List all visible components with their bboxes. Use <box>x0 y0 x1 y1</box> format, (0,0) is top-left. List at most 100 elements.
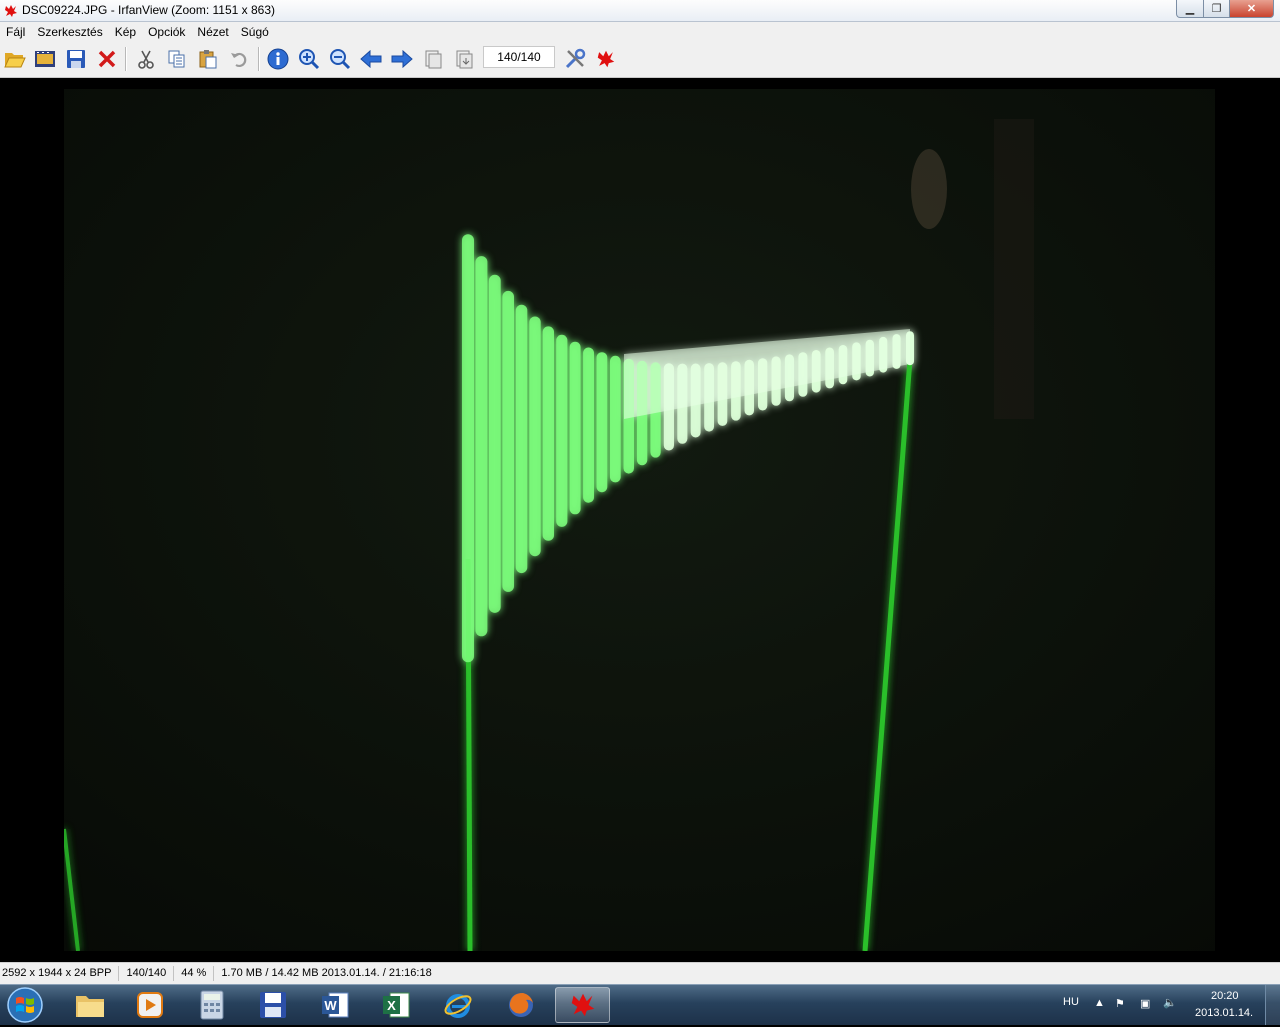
cut-icon <box>138 50 154 69</box>
last-page-button[interactable] <box>452 47 476 71</box>
paste-button[interactable] <box>196 47 220 71</box>
info-icon <box>267 48 289 70</box>
undo-button[interactable] <box>227 47 251 71</box>
toolbar <box>0 41 1280 78</box>
oscillation-peak <box>610 355 621 483</box>
open-button[interactable] <box>3 47 27 71</box>
explorer-folder-icon <box>75 996 104 1017</box>
show-desktop-button[interactable] <box>1265 985 1280 1025</box>
start-button[interactable] <box>3 986 47 1024</box>
info-button[interactable] <box>266 47 290 71</box>
oscillation-peak <box>542 326 554 541</box>
oscillation-peak <box>529 316 541 557</box>
oscillation-peak <box>569 341 581 515</box>
menu-options[interactable]: Opciók <box>142 25 191 39</box>
open-folder-icon <box>4 53 26 68</box>
language-indicator[interactable]: HU <box>1063 996 1079 1008</box>
oscillation-peak <box>556 334 568 527</box>
status-size-date: 1.70 MB / 14.42 MB 2013.01.14. / 21:16:1… <box>221 967 432 979</box>
taskbar-word[interactable]: W <box>307 987 362 1023</box>
irfanview-about-button[interactable] <box>594 47 618 71</box>
oscillation-peak <box>462 234 474 663</box>
menu-view[interactable]: Nézet <box>191 25 234 39</box>
undo-icon <box>231 52 247 68</box>
irfanview-cat-icon <box>5 5 17 17</box>
calculator-icon <box>200 990 223 1020</box>
taskbar-irfanview[interactable] <box>555 987 610 1023</box>
svg-text:X: X <box>387 998 396 1013</box>
status-index: 140/140 <box>119 966 175 981</box>
close-button[interactable]: ✕ <box>1230 0 1274 18</box>
zoom-in-icon <box>299 49 320 70</box>
oscillation-peak <box>475 256 488 637</box>
word-icon: W <box>321 992 348 1018</box>
first-page-button[interactable] <box>421 47 445 71</box>
page-counter-field[interactable]: 140/140 <box>483 46 555 68</box>
taskbar-calculator[interactable] <box>184 987 239 1023</box>
svg-text:W: W <box>324 998 337 1013</box>
menu-bar: Fájl Szerkesztés Kép Opciók Nézet Súgó <box>0 22 1280 41</box>
volume-icon[interactable]: 🔈 <box>1163 996 1177 1009</box>
next-button[interactable] <box>390 47 414 71</box>
menu-image[interactable]: Kép <box>109 25 142 39</box>
taskbar-explorer[interactable] <box>62 987 117 1023</box>
photo-background <box>64 89 1215 951</box>
zoom-in-button[interactable] <box>297 47 321 71</box>
zoom-out-button[interactable] <box>328 47 352 71</box>
status-bar: 2592 x 1944 x 24 BPP 140/140 44 % 1.70 M… <box>0 962 1280 984</box>
oscillation-peak <box>515 304 528 574</box>
menu-file[interactable]: Fájl <box>0 25 31 39</box>
zoom-out-icon <box>330 49 351 70</box>
title-bar[interactable]: DSC09224.JPG - IrfanView (Zoom: 1151 x 8… <box>0 0 1280 22</box>
previous-icon <box>360 50 382 68</box>
media-player-icon <box>136 992 163 1018</box>
thumbnails-button[interactable] <box>33 47 57 71</box>
next-icon <box>391 50 413 68</box>
oscillation-peak <box>502 290 514 592</box>
copy-icon <box>168 50 185 68</box>
oscillation-peak <box>596 352 608 493</box>
delete-button[interactable] <box>95 47 119 71</box>
taskbar-backup[interactable] <box>245 987 300 1023</box>
taskbar-excel[interactable]: X <box>368 987 423 1023</box>
delete-icon <box>98 50 116 68</box>
minimize-button[interactable]: ▁ <box>1176 0 1204 18</box>
status-zoom: 44 % <box>174 966 215 981</box>
first-page-icon <box>425 50 442 69</box>
thumbnails-icon <box>35 51 55 67</box>
copy-button[interactable] <box>165 47 189 71</box>
irfanview-cat-icon <box>571 993 594 1017</box>
maximize-button[interactable]: ❐ <box>1204 0 1230 18</box>
save-button[interactable] <box>64 47 88 71</box>
menu-help[interactable]: Súgó <box>235 25 275 39</box>
network-icon[interactable]: ▣ <box>1140 997 1150 1010</box>
paste-icon <box>199 50 217 69</box>
minimize-icon: ▁ <box>1185 3 1195 15</box>
firefox-icon <box>508 993 533 1017</box>
irfanview-cat-icon <box>597 50 615 68</box>
clock-time[interactable]: 20:20 <box>1211 990 1239 1002</box>
status-dimensions: 2592 x 1944 x 24 BPP <box>0 966 120 981</box>
taskbar-firefox[interactable] <box>493 987 548 1023</box>
save-icon <box>67 50 85 68</box>
window-title: DSC09224.JPG - IrfanView (Zoom: 1151 x 8… <box>22 3 276 17</box>
previous-button[interactable] <box>359 47 383 71</box>
action-center-flag-icon[interactable]: ⚑ <box>1115 997 1125 1010</box>
taskbar-media-player[interactable] <box>122 987 177 1023</box>
windows-start-icon <box>7 987 43 1023</box>
restore-icon: ❐ <box>1211 3 1222 15</box>
last-page-icon <box>456 50 473 69</box>
internet-explorer-icon <box>444 994 471 1018</box>
cut-button[interactable] <box>134 47 158 71</box>
taskbar: W X HU ▲ ⚑ ▣ 🔈 20:20 2013.01.14. <box>0 984 1280 1025</box>
settings-button[interactable] <box>563 47 587 71</box>
clock-date[interactable]: 2013.01.14. <box>1195 1007 1253 1019</box>
settings-icon <box>565 48 586 69</box>
close-icon: ✕ <box>1246 3 1257 15</box>
floppy-save-icon <box>259 992 286 1018</box>
taskbar-internet-explorer[interactable] <box>430 987 485 1023</box>
oscillation-peak <box>488 274 501 613</box>
show-hidden-icons-icon[interactable]: ▲ <box>1094 997 1105 1009</box>
menu-edit[interactable]: Szerkesztés <box>31 25 108 39</box>
oscillation-peak <box>583 347 594 503</box>
